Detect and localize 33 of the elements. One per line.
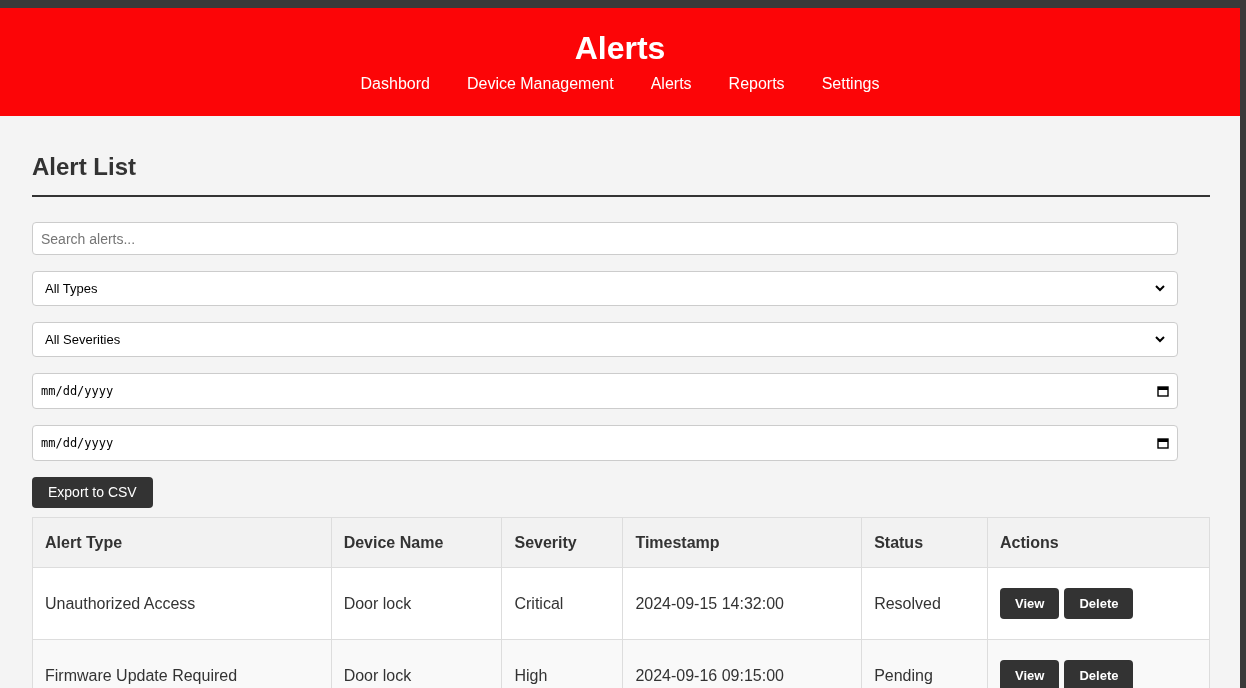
- column-header: Actions: [987, 517, 1210, 568]
- chevron-down-icon: [1155, 336, 1165, 343]
- dropdown[interactable]: All Types: [32, 271, 1178, 306]
- calendar-icon[interactable]: [1157, 437, 1169, 449]
- nav-link[interactable]: Settings: [821, 74, 880, 94]
- table-cell: Unauthorized Access: [32, 567, 332, 640]
- column-header: Status: [861, 517, 988, 568]
- table-cell: Door lock: [331, 567, 502, 640]
- export-button[interactable]: Export to CSV: [32, 477, 153, 508]
- date-field[interactable]: mm/dd/yyyy: [32, 373, 1178, 409]
- column-header: Timestamp: [622, 517, 862, 568]
- column-header: Device Name: [331, 517, 502, 568]
- table-cell: Resolved: [861, 567, 988, 640]
- column-header: Severity: [501, 517, 623, 568]
- nav-link[interactable]: Dashbord: [360, 74, 430, 94]
- delete-button[interactable]: Delete: [1064, 588, 1134, 619]
- dropdown[interactable]: All Severities: [32, 322, 1178, 357]
- delete-button[interactable]: Delete: [1064, 660, 1134, 688]
- view-button[interactable]: View: [1000, 660, 1060, 688]
- date-field[interactable]: mm/dd/yyyy: [32, 425, 1178, 461]
- column-header: Alert Type: [32, 517, 332, 568]
- table-cell: Critical: [501, 567, 623, 640]
- nav-link[interactable]: Alerts: [650, 74, 692, 94]
- section-title: Alert List: [32, 153, 137, 181]
- nav-link[interactable]: Reports: [728, 74, 785, 94]
- page-title: Alerts: [574, 30, 666, 66]
- calendar-icon[interactable]: [1157, 385, 1169, 397]
- nav-link[interactable]: Device Management: [466, 74, 614, 94]
- table-cell: Firmware Update Required: [32, 639, 332, 688]
- search-field[interactable]: Search alerts...: [32, 222, 1178, 255]
- view-button[interactable]: View: [1000, 588, 1060, 619]
- chevron-down-icon: [1155, 285, 1165, 292]
- table-cell: 2024-09-15 14:32:00: [622, 567, 862, 640]
